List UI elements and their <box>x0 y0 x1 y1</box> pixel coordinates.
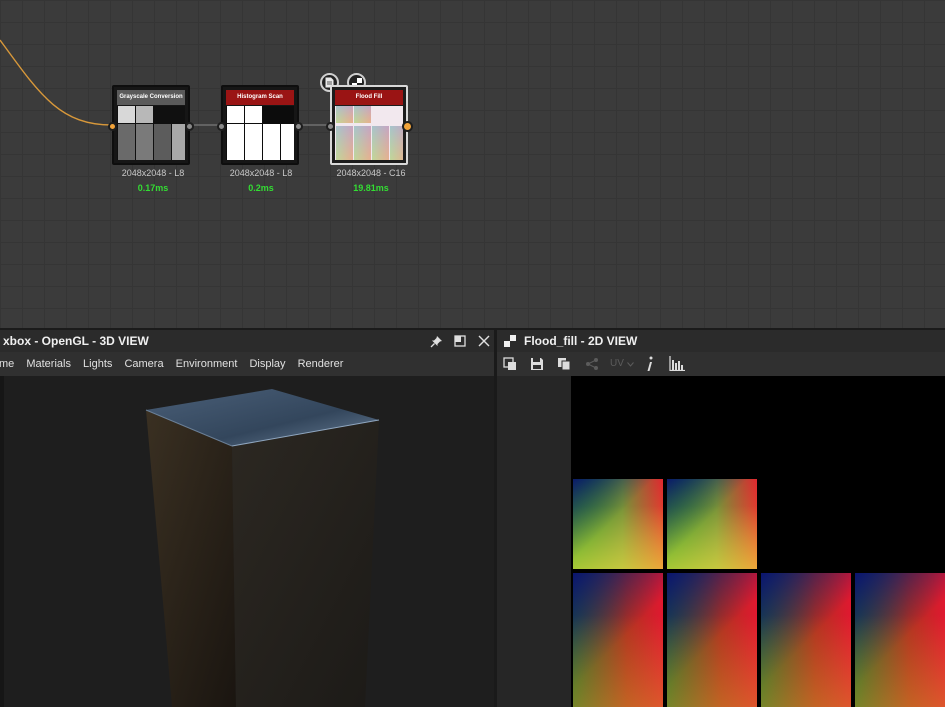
node-title: Histogram Scan <box>226 90 294 105</box>
node-thumbnail <box>226 106 294 160</box>
node-grayscale-conversion[interactable]: Grayscale Conversion <box>108 85 194 165</box>
info-icon[interactable] <box>646 356 654 372</box>
menu-item-materials[interactable]: Materials <box>26 358 71 370</box>
view3d-viewport[interactable] <box>0 376 494 707</box>
menu-item-environment[interactable]: Environment <box>176 358 238 370</box>
node-resolution: 2048x2048 - L8 <box>229 168 293 178</box>
node-histogram-scan[interactable]: Histogram Scan <box>217 85 303 165</box>
cube-mesh <box>0 376 494 707</box>
view3d-menu-bar: me Materials Lights Camera Environment D… <box>0 352 494 376</box>
flood-fill-tile <box>761 573 851 707</box>
pin-icon[interactable] <box>430 335 443 348</box>
share-icon[interactable] <box>585 357 599 371</box>
node-time: 0.17ms <box>137 183 169 193</box>
checker-icon <box>504 335 516 347</box>
input-port[interactable] <box>326 122 335 131</box>
view2d-title: Flood_fill - 2D VIEW <box>524 334 638 348</box>
node-graph[interactable]: Grayscale Conversion 2048x2048 - L8 0.17… <box>0 0 945 328</box>
input-port[interactable] <box>217 122 226 131</box>
view2d-header: Flood_fill - 2D VIEW <box>497 330 945 352</box>
output-port[interactable] <box>185 122 194 131</box>
menu-item-scene[interactable]: me <box>0 358 14 370</box>
menu-item-lights[interactable]: Lights <box>83 358 112 370</box>
input-wire <box>0 39 113 126</box>
close-icon[interactable] <box>478 335 490 347</box>
flood-fill-tile <box>667 573 757 707</box>
node-title: Grayscale Conversion <box>117 90 185 105</box>
menu-item-camera[interactable]: Camera <box>124 358 163 370</box>
node-thumbnail <box>117 106 185 160</box>
output-port[interactable] <box>402 121 413 132</box>
copy-icon[interactable] <box>557 357 571 371</box>
view2d-toolbar: UV <box>497 352 945 376</box>
output-port[interactable] <box>294 122 303 131</box>
chevron-down-icon[interactable] <box>627 362 634 367</box>
node-time: 19.81ms <box>353 183 389 193</box>
histogram-icon[interactable] <box>669 356 685 371</box>
node-resolution: 2048x2048 - L8 <box>121 168 185 178</box>
menu-item-renderer[interactable]: Renderer <box>298 358 344 370</box>
flood-fill-tile <box>573 479 663 569</box>
view2d-canvas[interactable] <box>571 376 945 707</box>
input-port[interactable] <box>108 122 117 131</box>
export-icon[interactable] <box>503 357 517 371</box>
view3d-header: xbox - OpenGL - 3D VIEW <box>0 330 494 352</box>
node-time: 0.2ms <box>248 183 274 193</box>
maximize-icon[interactable] <box>454 335 466 347</box>
node-thumbnail <box>335 106 403 160</box>
node-flood-fill[interactable]: Flood Fill <box>326 85 413 165</box>
uv-dropdown[interactable]: UV <box>610 352 624 376</box>
node-title: Flood Fill <box>335 90 403 105</box>
save-icon[interactable] <box>530 357 544 371</box>
menu-item-display[interactable]: Display <box>249 358 285 370</box>
flood-fill-tile <box>667 479 757 569</box>
flood-fill-tile <box>573 573 663 707</box>
view3d-title: xbox - OpenGL - 3D VIEW <box>3 334 149 348</box>
view2d-margin <box>497 376 571 707</box>
flood-fill-tile <box>855 573 945 707</box>
node-resolution: 2048x2048 - C16 <box>336 168 406 178</box>
